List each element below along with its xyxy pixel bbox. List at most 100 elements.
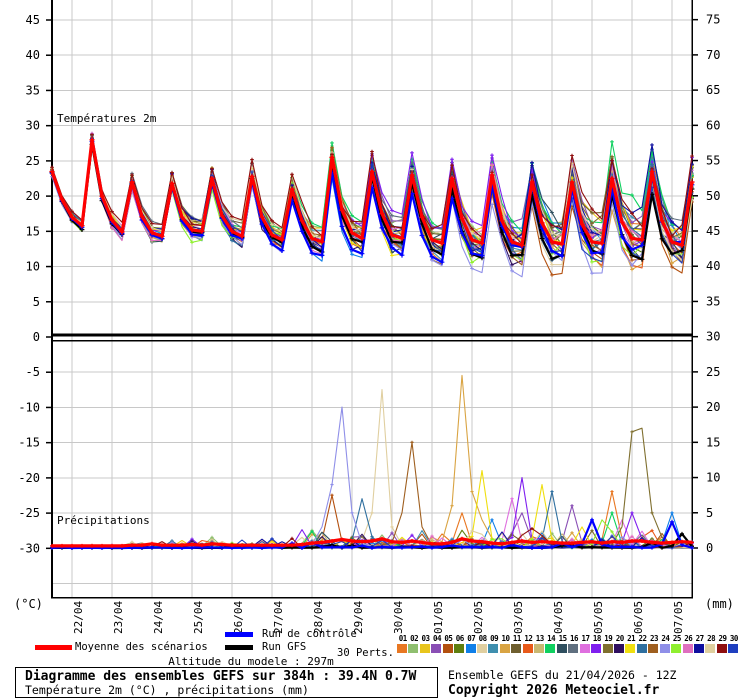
gefs-ensemble-diagram: 454035302520151050-5-10-15-20-25-3075706… — [0, 0, 740, 700]
pert-color-swatch — [466, 644, 476, 653]
perturbation-swatches-row — [397, 644, 740, 653]
pert-number: 13 — [534, 634, 545, 643]
pert-number: 05 — [443, 634, 454, 643]
pert-number: 01 — [397, 634, 408, 643]
pert-number: 18 — [591, 634, 602, 643]
pert-color-swatch — [500, 644, 510, 653]
pert-number: 03 — [420, 634, 431, 643]
svg-text:55: 55 — [706, 154, 720, 168]
mean-line-sample — [35, 645, 72, 650]
pert-color-swatch — [694, 644, 704, 653]
pert-color-swatch — [728, 644, 738, 653]
pert-number: 16 — [568, 634, 579, 643]
pert-number: 07 — [466, 634, 477, 643]
pert-color-swatch — [614, 644, 624, 653]
pert-color-swatch — [488, 644, 498, 653]
pert-number: 21 — [625, 634, 636, 643]
pert-number: 08 — [477, 634, 488, 643]
x-axis-date-label: 25/04 — [192, 601, 205, 634]
pert-color-swatch — [671, 644, 681, 653]
pert-color-swatch — [443, 644, 453, 653]
pert-number: 11 — [511, 634, 522, 643]
pert-number: 24 — [660, 634, 671, 643]
svg-text:20: 20 — [26, 189, 40, 203]
svg-text:-25: -25 — [18, 506, 40, 520]
svg-text:40: 40 — [706, 259, 720, 273]
left-axis-unit-label: (°C) — [14, 597, 43, 611]
pert-number: 12 — [523, 634, 534, 643]
svg-text:10: 10 — [706, 471, 720, 485]
pert-number: 27 — [694, 634, 705, 643]
pert-color-swatch — [420, 644, 430, 653]
pert-number: 15 — [557, 634, 568, 643]
copyright-label: Copyright 2026 Meteociel.fr — [448, 683, 659, 698]
svg-text:15: 15 — [26, 224, 40, 238]
pert-color-swatch — [637, 644, 647, 653]
svg-text:30: 30 — [706, 330, 720, 344]
pert-color-swatch — [454, 644, 464, 653]
control-run-line-sample — [225, 632, 253, 637]
pert-color-swatch — [523, 644, 533, 653]
svg-text:50: 50 — [706, 189, 720, 203]
pert-number: 14 — [545, 634, 556, 643]
x-axis-date-label: 22/04 — [72, 601, 85, 634]
pert-number: 04 — [431, 634, 442, 643]
svg-text:35: 35 — [26, 83, 40, 97]
svg-text:-15: -15 — [18, 436, 40, 450]
pert-color-swatch — [603, 644, 613, 653]
svg-text:5: 5 — [706, 506, 713, 520]
pert-color-swatch — [534, 644, 544, 653]
pert-color-swatch — [511, 644, 521, 653]
svg-text:30: 30 — [26, 119, 40, 133]
pert-color-swatch — [648, 644, 658, 653]
pert-color-swatch — [557, 644, 567, 653]
pert-number: 09 — [488, 634, 499, 643]
pert-color-swatch — [397, 644, 407, 653]
svg-text:25: 25 — [26, 154, 40, 168]
pert-number: 10 — [500, 634, 511, 643]
pert-number: 29 — [717, 634, 728, 643]
svg-text:-30: -30 — [18, 541, 40, 555]
pert-color-swatch — [431, 644, 441, 653]
svg-text:10: 10 — [26, 260, 40, 274]
pert-color-swatch — [477, 644, 487, 653]
precipitation-panel-label: Précipitations — [57, 514, 150, 527]
pert-number: 25 — [671, 634, 682, 643]
perturbation-color-legend: 0102030405060708091011121314151617181920… — [397, 634, 740, 653]
svg-text:20: 20 — [706, 400, 720, 414]
x-axis-date-label: 07/05 — [672, 601, 685, 634]
svg-text:75: 75 — [706, 13, 720, 27]
svg-text:0: 0 — [706, 541, 713, 555]
gfs-run-line-sample — [225, 645, 253, 650]
pert-color-swatch — [568, 644, 578, 653]
x-axis-date-label: 03/05 — [512, 601, 525, 634]
pert-number: 17 — [580, 634, 591, 643]
pert-color-swatch — [660, 644, 670, 653]
perturbation-numbers-row: 0102030405060708091011121314151617181920… — [397, 634, 740, 643]
svg-text:70: 70 — [706, 48, 720, 62]
x-axis-date-label: 04/05 — [552, 601, 565, 634]
x-axis-date-label: 26/04 — [232, 601, 245, 634]
svg-text:0: 0 — [33, 330, 40, 344]
diagram-subtitle: Température 2m (°C) , précipitations (mm… — [25, 683, 309, 697]
pert-color-swatch — [683, 644, 693, 653]
pert-color-swatch — [591, 644, 601, 653]
x-axis-date-label: 05/05 — [592, 601, 605, 634]
x-axis-date-label: 06/05 — [632, 601, 645, 634]
pert-color-swatch — [580, 644, 590, 653]
pert-color-swatch — [408, 644, 418, 653]
svg-text:15: 15 — [706, 435, 720, 449]
pert-number: 30 — [728, 634, 739, 643]
svg-text:65: 65 — [706, 83, 720, 97]
pert-number: 23 — [648, 634, 659, 643]
pert-color-swatch — [717, 644, 727, 653]
x-axis-date-label: 30/04 — [392, 601, 405, 634]
run-info-label: Ensemble GEFS du 21/04/2026 - 12Z — [448, 668, 676, 682]
x-axis-date-label: 02/05 — [472, 601, 485, 634]
diagram-info-box: Diagramme des ensembles GEFS sur 384h : … — [15, 667, 438, 698]
svg-text:35: 35 — [706, 294, 720, 308]
legend-mean-label: Moyenne des scénarios — [75, 641, 208, 653]
svg-text:25: 25 — [706, 365, 720, 379]
pert-number: 02 — [408, 634, 419, 643]
pert-color-swatch — [705, 644, 715, 653]
